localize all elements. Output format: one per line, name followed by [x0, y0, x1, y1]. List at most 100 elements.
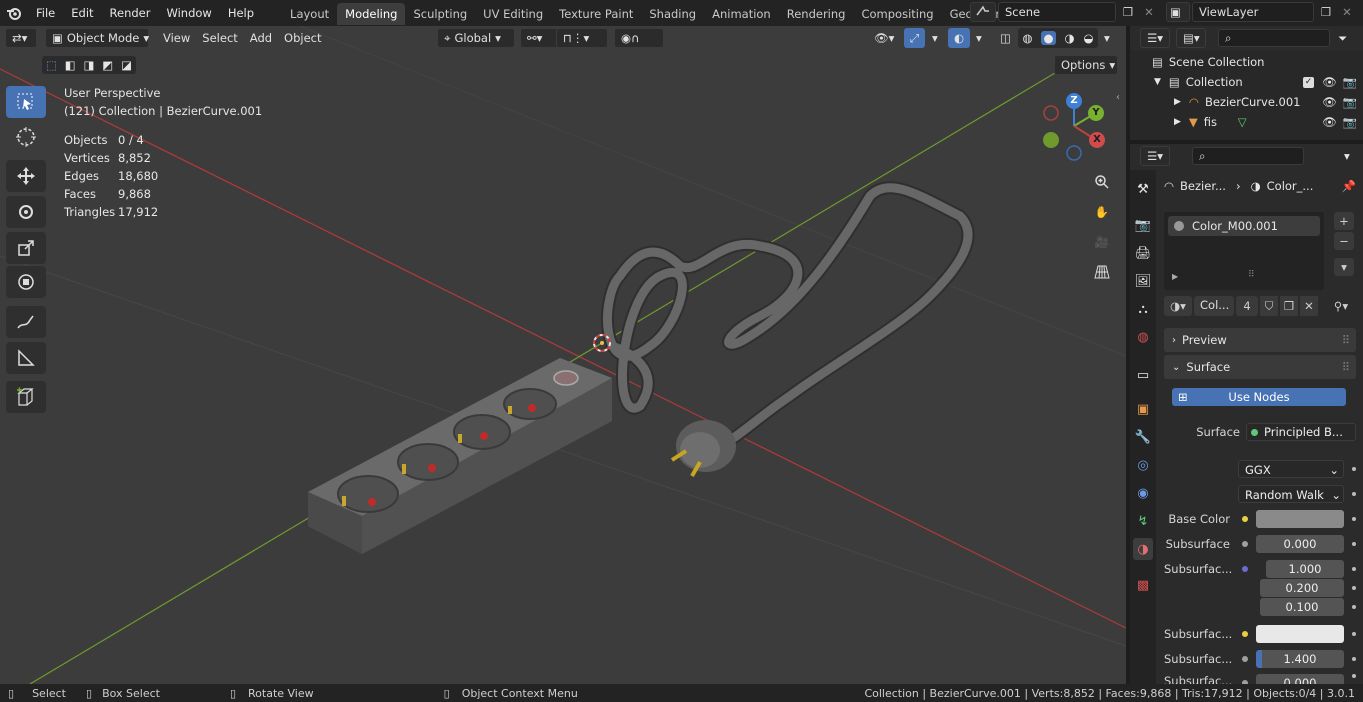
select-invert-icon[interactable]: ◩ [102, 58, 113, 72]
list-resize-handle[interactable]: ⠿ [1248, 270, 1255, 280]
keyframe-dot[interactable] [1352, 567, 1356, 571]
tab-texture-paint[interactable]: Texture Paint [551, 3, 641, 25]
preview-panel-header[interactable]: › Preview ⠿ [1164, 328, 1356, 352]
keyframe-dot[interactable] [1352, 542, 1356, 546]
rendered-shading-icon[interactable]: ◒ [1083, 31, 1093, 45]
chevron-down-icon[interactable]: ▾ [970, 28, 988, 48]
texture-tab-icon[interactable]: ▩ [1133, 574, 1153, 596]
menu-window[interactable]: Window [158, 0, 219, 26]
scene-selector-icon[interactable] [970, 2, 996, 22]
tool-tab-icon[interactable]: ⚒ [1133, 178, 1153, 200]
physics-tab-icon[interactable]: ◉ [1133, 482, 1153, 504]
camera-view-icon[interactable]: 🎥 [1090, 230, 1114, 254]
outliner-scene-collection[interactable]: ▤ Scene Collection [1130, 52, 1363, 72]
wireframe-shading-icon[interactable]: ◍ [1022, 31, 1032, 45]
render-camera-icon[interactable]: 📷 [1343, 95, 1357, 109]
mode-dropdown[interactable]: ▣ Object Mode ▾ [45, 28, 149, 48]
view-layer-selector-icon[interactable]: ▣ [1166, 2, 1190, 22]
menu-render[interactable]: Render [102, 0, 159, 26]
annotate-tool[interactable] [6, 306, 46, 338]
tab-compositing[interactable]: Compositing [853, 3, 941, 25]
keyframe-dot[interactable] [1352, 492, 1356, 496]
add-slot-button[interactable]: + [1334, 212, 1354, 230]
select-subtract-icon[interactable]: ◨ [84, 58, 95, 72]
distribution-dropdown[interactable]: GGX ⌄ [1238, 460, 1344, 478]
options-dropdown[interactable]: Options ▾ [1054, 55, 1118, 75]
subsurface-value[interactable]: 0.000 [1256, 535, 1344, 553]
outliner-editor-type-icon[interactable]: ☰▾ [1140, 28, 1170, 48]
color-socket-icon[interactable] [1242, 516, 1248, 522]
pan-hand-icon[interactable]: ✋ [1090, 200, 1114, 224]
menu-add[interactable]: Add [244, 28, 278, 48]
visibility-eye-icon[interactable]: 👁 [1322, 115, 1337, 129]
duplicate-material-icon[interactable]: ❐ [1280, 296, 1298, 316]
render-tab-icon[interactable]: 📷 [1133, 214, 1153, 236]
float-socket-icon[interactable] [1242, 541, 1248, 547]
select-box-tool[interactable] [6, 86, 46, 118]
view-layer-tab-icon[interactable]: 🖼 [1133, 270, 1153, 292]
outliner-item-fis[interactable]: ▶ ▼ fis ▽ 👁 📷 [1130, 112, 1363, 132]
expand-arrow-icon[interactable]: ▶ [1172, 272, 1178, 281]
transform-tool[interactable] [6, 266, 46, 298]
filter-icon[interactable]: ⏷ [1338, 31, 1347, 46]
subsurface-method-dropdown[interactable]: Random Walk ⌄ [1238, 485, 1344, 503]
menu-edit[interactable]: Edit [63, 0, 101, 26]
material-slot-list[interactable]: Color_M00.001 ▶ ⠿ [1164, 212, 1324, 290]
transform-orientation-dropdown[interactable]: ⌖ Global ▾ [437, 28, 515, 48]
cursor-tool[interactable] [6, 121, 46, 153]
menu-object[interactable]: Object [278, 28, 327, 48]
proportional-editing-icon[interactable]: ◉∩ [614, 28, 664, 48]
expand-arrow-icon[interactable]: ▶ [1174, 97, 1181, 107]
sidebar-expand-icon[interactable]: ‹ [1116, 92, 1120, 103]
slot-specials-icon[interactable]: ▾ [1334, 258, 1354, 276]
menu-help[interactable]: Help [220, 0, 262, 26]
exclude-checkbox[interactable]: ✓ [1303, 76, 1315, 88]
select-new-icon[interactable]: ⬚ [46, 58, 57, 72]
measure-tool[interactable] [6, 342, 46, 374]
vector-socket-icon[interactable] [1242, 566, 1248, 572]
gizmo-toggle-icon[interactable]: ⤢ [904, 28, 926, 48]
remove-slot-button[interactable]: − [1334, 232, 1354, 250]
delete-view-layer-icon[interactable]: ✕ [1338, 2, 1356, 22]
browse-material-icon[interactable]: ◑▾ [1164, 296, 1192, 316]
outliner-collection[interactable]: ▼ ▤ Collection ✓ 👁 📷 [1130, 72, 1363, 92]
tab-animation[interactable]: Animation [704, 3, 779, 25]
subsurface-color-swatch[interactable] [1256, 625, 1344, 643]
subsurface-radius-y[interactable]: 0.200 [1260, 579, 1344, 597]
material-tab-icon[interactable]: ◑ [1133, 538, 1153, 560]
menu-file[interactable]: File [28, 0, 63, 26]
particles-tab-icon[interactable]: ◎ [1133, 454, 1153, 476]
blender-logo-icon[interactable] [0, 0, 28, 26]
tab-sculpting[interactable]: Sculpting [405, 3, 475, 25]
render-camera-icon[interactable]: 📷 [1343, 115, 1357, 129]
menu-select[interactable]: Select [196, 28, 243, 48]
material-name-field[interactable]: Col... [1194, 296, 1234, 316]
add-cube-tool[interactable] [6, 381, 46, 413]
visibility-icon[interactable]: 👁▾ [868, 28, 900, 48]
snap-icon[interactable]: ⊓⋮▾ [556, 28, 608, 48]
drag-handle-icon[interactable]: ⠿ [1342, 333, 1350, 347]
properties-editor-type-icon[interactable]: ☰▾ [1140, 146, 1170, 166]
tab-uv-editing[interactable]: UV Editing [475, 3, 551, 25]
visibility-eye-icon[interactable]: 👁 [1322, 95, 1337, 109]
surface-panel-header[interactable]: ⌄ Surface ⠿ [1164, 355, 1356, 379]
keyframe-dot[interactable] [1352, 632, 1356, 636]
keyframe-dot[interactable] [1352, 586, 1356, 590]
base-color-swatch[interactable] [1256, 510, 1344, 528]
material-slot-row[interactable]: Color_M00.001 [1168, 216, 1320, 236]
zoom-icon[interactable] [1090, 170, 1114, 194]
new-scene-icon[interactable]: ❐ [1118, 2, 1138, 22]
outliner-search-input[interactable]: ⌕ [1218, 29, 1330, 47]
move-tool[interactable] [6, 160, 46, 192]
new-view-layer-icon[interactable]: ❐ [1316, 2, 1336, 22]
rotate-tool[interactable] [6, 196, 46, 228]
pin-icon[interactable]: 📌 [1342, 179, 1356, 193]
expand-arrow-icon[interactable]: ▶ [1174, 117, 1181, 127]
subsurface-radius-x[interactable]: 1.000 [1266, 560, 1344, 578]
output-tab-icon[interactable]: 🖨 [1133, 242, 1153, 264]
visibility-eye-icon[interactable]: 👁 [1322, 75, 1337, 89]
scale-tool[interactable] [6, 232, 46, 264]
select-extend-icon[interactable]: ◧ [65, 58, 76, 72]
fake-user-shield-icon[interactable]: ⛉ [1260, 296, 1278, 316]
chevron-down-icon[interactable]: ▾ [1098, 28, 1116, 48]
